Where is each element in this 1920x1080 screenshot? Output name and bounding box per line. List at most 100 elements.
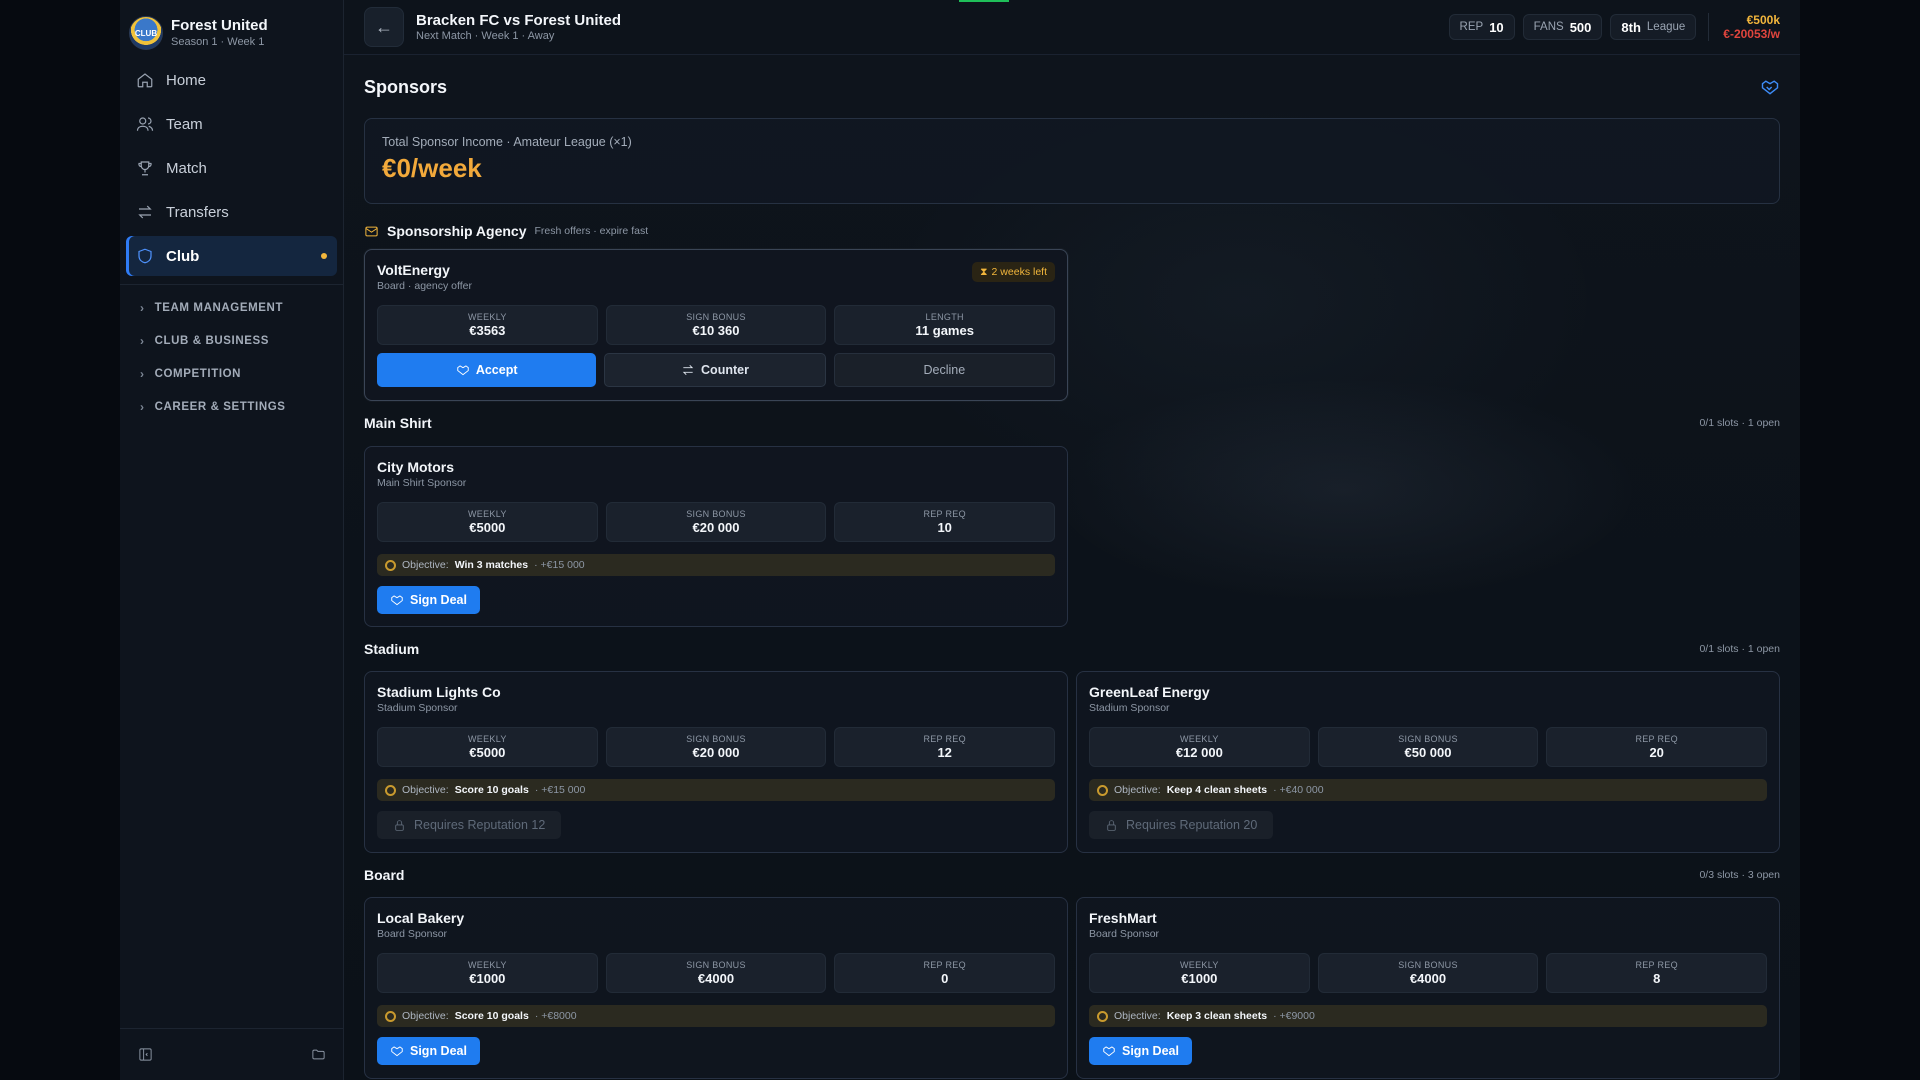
objective-text: Win 3 matches xyxy=(454,559,529,571)
folder-icon[interactable] xyxy=(311,1047,326,1062)
button-label: Sign Deal xyxy=(410,593,467,607)
stat-label: LENGTH xyxy=(925,312,964,322)
chevron-right-icon: › xyxy=(140,333,145,348)
agency-subtitle: Fresh offers · expire fast xyxy=(534,225,649,237)
stat-value: 8 xyxy=(1653,971,1661,986)
section-slots: 0/1 slots · 1 open xyxy=(1699,643,1780,655)
locked-text: Requires Reputation 12 xyxy=(414,818,546,832)
handshake-icon xyxy=(1761,80,1779,95)
objective-label: Objective: xyxy=(402,784,449,796)
stat-weekly: WEEKLY €1000 xyxy=(1089,953,1310,993)
target-icon xyxy=(385,1010,396,1022)
objective-label: Objective: xyxy=(402,1010,449,1022)
match-subtitle: Next Match · Week 1 · Away xyxy=(416,30,555,42)
rep-value: 10 xyxy=(1489,19,1504,35)
sponsor-stats: WEEKLY €1000 SIGN BONUS €4000 REP REQ 8 xyxy=(1089,953,1768,993)
counter-button[interactable]: Counter xyxy=(604,353,826,387)
sponsor-type: Stadium Sponsor xyxy=(1089,702,1170,714)
collapse-sidebar-icon[interactable] xyxy=(138,1047,153,1062)
main-area: ← Bracken FC vs Forest United Next Match… xyxy=(344,0,1800,1080)
sign-deal-button[interactable]: Sign Deal xyxy=(377,1037,480,1065)
chevron-right-icon: › xyxy=(140,300,145,315)
locked-requirement: Requires Reputation 20 xyxy=(1089,811,1274,839)
sponsor-card-stadium-lights: Stadium Lights Co Stadium Sponsor WEEKLY… xyxy=(364,671,1068,853)
trophy-icon xyxy=(138,161,152,176)
league-pill: 8th League xyxy=(1610,14,1697,40)
stat-value: 0 xyxy=(941,971,949,986)
back-button[interactable]: ← xyxy=(364,7,404,47)
sponsors-page: Sponsors Total Sponsor Income · Amateur … xyxy=(364,56,1780,1080)
handshake-icon xyxy=(457,365,469,376)
stat-label: REP REQ xyxy=(1635,734,1678,744)
sponsor-name: VoltEnergy xyxy=(377,262,450,278)
button-label: Counter xyxy=(701,363,749,377)
stat-label: REP REQ xyxy=(923,509,966,519)
offer-stats: WEEKLY €3563 SIGN BONUS €10 360 LENGTH 11 g… xyxy=(377,305,1056,345)
objective-bar: Objective: Win 3 matches · +€15 000 xyxy=(377,554,1055,576)
group-club-business[interactable]: › CLUB & BUSINESS xyxy=(120,324,343,357)
objective-reward: · +€15 000 xyxy=(534,784,586,796)
stat-weekly: WEEKLY €1000 xyxy=(377,953,598,993)
stat-value: €4000 xyxy=(697,971,735,986)
stat-value: €20 000 xyxy=(692,745,740,760)
section-stadium: Stadium 0/1 slots · 1 open xyxy=(364,639,1780,659)
stat-weekly: WEEKLY €5000 xyxy=(377,727,598,767)
sponsor-stats: WEEKLY €1000 SIGN BONUS €4000 REP REQ 0 xyxy=(377,953,1056,993)
objective-text: Score 10 goals xyxy=(454,784,529,796)
objective-reward: · +€8000 xyxy=(534,1010,577,1022)
stat-value: €5000 xyxy=(469,745,506,760)
group-label: COMPETITION xyxy=(154,367,242,380)
stat-label: REP REQ xyxy=(923,734,966,744)
stat-label: REP REQ xyxy=(1635,960,1678,970)
accept-button[interactable]: Accept xyxy=(377,353,597,387)
hourglass-icon: ⧗ xyxy=(980,265,988,278)
sign-deal-button[interactable]: Sign Deal xyxy=(377,586,480,614)
group-label: CAREER & SETTINGS xyxy=(154,400,286,413)
nav-item-home[interactable]: Home xyxy=(126,60,337,100)
agency-title: Sponsorship Agency xyxy=(387,223,527,239)
section-slots: 0/3 slots · 3 open xyxy=(1699,869,1780,881)
stat-sign-bonus: SIGN BONUS €10 360 xyxy=(605,305,827,345)
chevron-right-icon: › xyxy=(140,366,145,381)
next-match-info[interactable]: Bracken FC vs Forest United Next Match ·… xyxy=(416,12,621,42)
section-title: Board xyxy=(364,867,405,883)
nav-item-match[interactable]: Match xyxy=(126,148,337,188)
stat-value: €1000 xyxy=(469,971,506,986)
page-title: Sponsors xyxy=(364,76,448,97)
sponsor-name: Stadium Lights Co xyxy=(377,684,501,700)
fans-value: 500 xyxy=(1569,19,1592,35)
stat-label: SIGN BONUS xyxy=(686,312,746,322)
transfer-icon xyxy=(138,205,152,219)
nav-label: Match xyxy=(166,159,207,177)
sponsor-stats: WEEKLY €5000 SIGN BONUS €20 000 REP REQ 10 xyxy=(377,502,1056,542)
button-label: Decline xyxy=(923,363,966,377)
league-position: 8th xyxy=(1621,19,1641,35)
objective-bar: Objective: Keep 4 clean sheets · +€40 000 xyxy=(1089,779,1767,801)
club-header[interactable]: CLUB Forest United Season 1 · Week 1 xyxy=(120,0,343,56)
handshake-icon xyxy=(391,1046,403,1057)
decline-button[interactable]: Decline xyxy=(833,353,1055,387)
stat-value: €5000 xyxy=(469,520,506,535)
sign-deal-button[interactable]: Sign Deal xyxy=(1089,1037,1192,1065)
group-career-settings[interactable]: › CAREER & SETTINGS xyxy=(120,390,343,423)
target-icon xyxy=(1097,1010,1108,1022)
stat-value: €20 000 xyxy=(692,520,740,535)
stat-label: WEEKLY xyxy=(468,734,507,744)
stat-rep-req: REP REQ 8 xyxy=(1546,953,1768,993)
balance: €500k xyxy=(1746,13,1780,27)
nav-item-team[interactable]: Team xyxy=(126,104,337,144)
divider xyxy=(120,284,343,285)
nav-item-club[interactable]: Club xyxy=(126,236,337,276)
stat-value: €3563 xyxy=(469,323,506,338)
group-team-management[interactable]: › TEAM MANAGEMENT xyxy=(120,291,343,324)
sponsor-name: City Motors xyxy=(377,459,454,475)
group-competition[interactable]: › COMPETITION xyxy=(120,357,343,390)
stat-sign-bonus: SIGN BONUS €20 000 xyxy=(605,727,827,767)
objective-label: Objective: xyxy=(402,559,449,571)
stat-rep-req: REP REQ 12 xyxy=(834,727,1056,767)
income-label: Total Sponsor Income · Amateur League (×… xyxy=(382,135,632,149)
objective-bar: Objective: Score 10 goals · +€8000 xyxy=(377,1005,1055,1027)
league-label: League xyxy=(1646,21,1686,33)
home-icon xyxy=(137,73,153,88)
nav-item-transfers[interactable]: Transfers xyxy=(126,192,337,232)
